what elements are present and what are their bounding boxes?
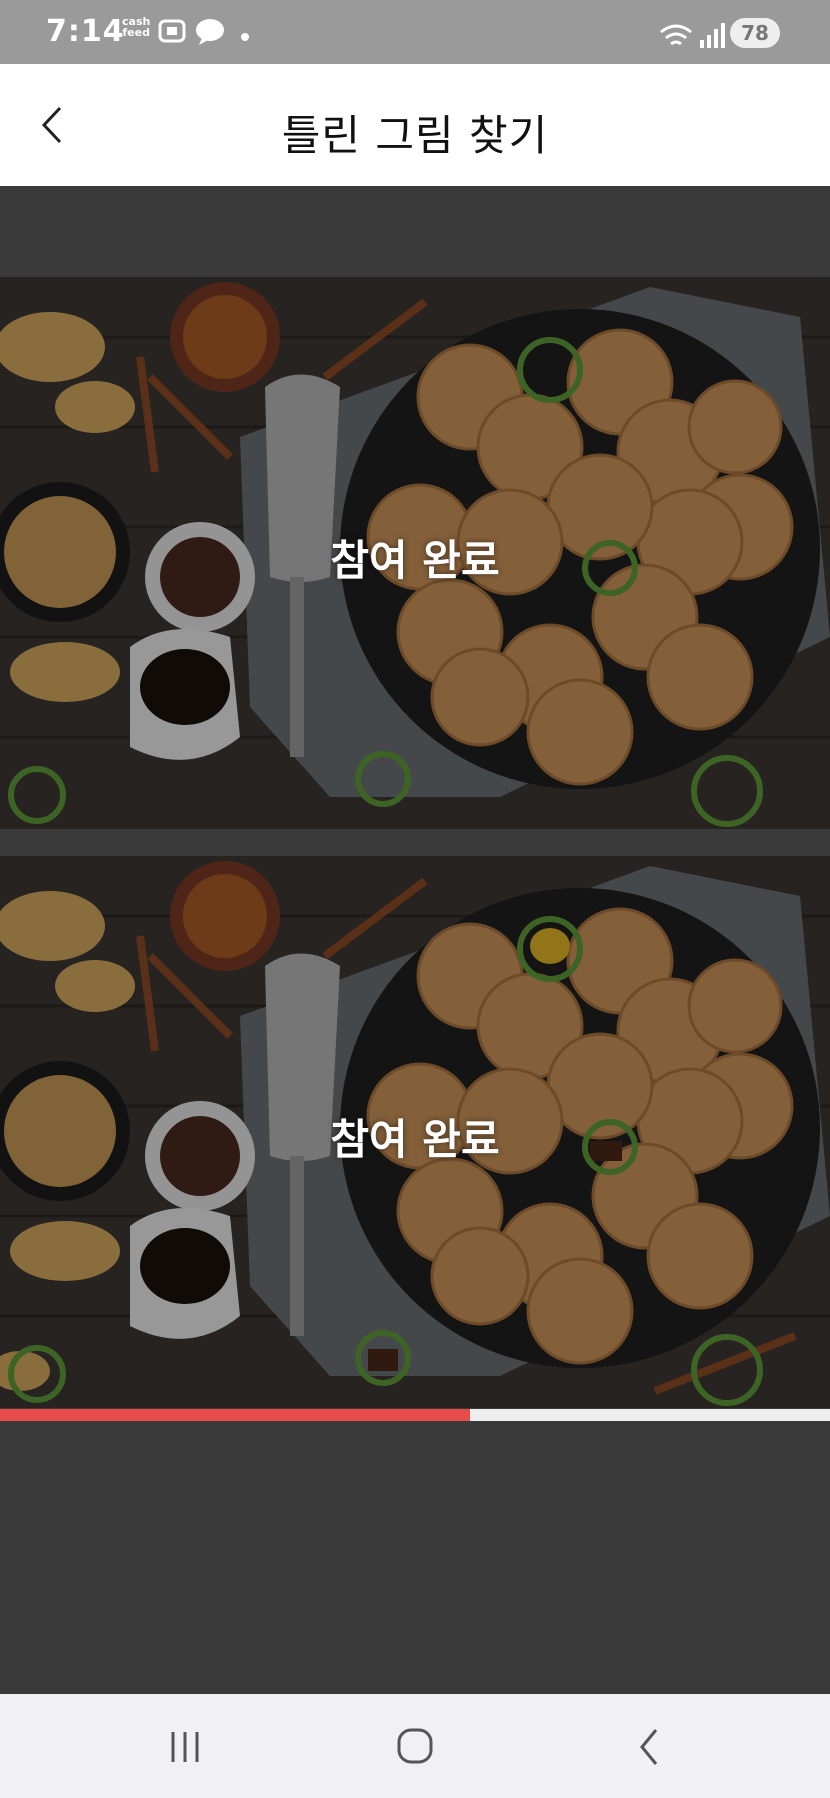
participation-complete-label: 참여 완료 [330, 536, 500, 585]
gallery-icon [158, 19, 186, 43]
timer-progress-fill [0, 1409, 470, 1421]
home-icon [397, 1728, 433, 1764]
signal-icon [700, 23, 725, 48]
page-title: 틀린 그림 찾기 [281, 111, 549, 160]
chat-bubble-icon [196, 19, 224, 45]
app-bar: 틀린 그림 찾기 [0, 64, 830, 186]
status-time: 7:14 [46, 14, 125, 49]
system-back-button[interactable] [620, 1724, 680, 1770]
battery-indicator: 78 [730, 18, 780, 48]
game-image-original[interactable]: 참여 완료 [0, 277, 830, 829]
dot-icon [241, 33, 249, 41]
system-nav-bar [0, 1694, 830, 1798]
home-button[interactable] [385, 1724, 445, 1770]
game-image-modified[interactable]: 참여 완료 [0, 856, 830, 1408]
back-icon [640, 1729, 658, 1765]
wifi-icon [660, 24, 692, 46]
timer-progress-bar [0, 1409, 830, 1421]
recent-apps-button[interactable] [155, 1724, 215, 1770]
recent-apps-icon [171, 1732, 199, 1762]
status-bar: 7:14 cash feed 78 [0, 0, 830, 64]
cashfeed-icon: cash feed [122, 16, 150, 38]
participation-complete-label: 참여 완료 [330, 1115, 500, 1164]
cashfeed-text-2: feed [122, 26, 150, 39]
